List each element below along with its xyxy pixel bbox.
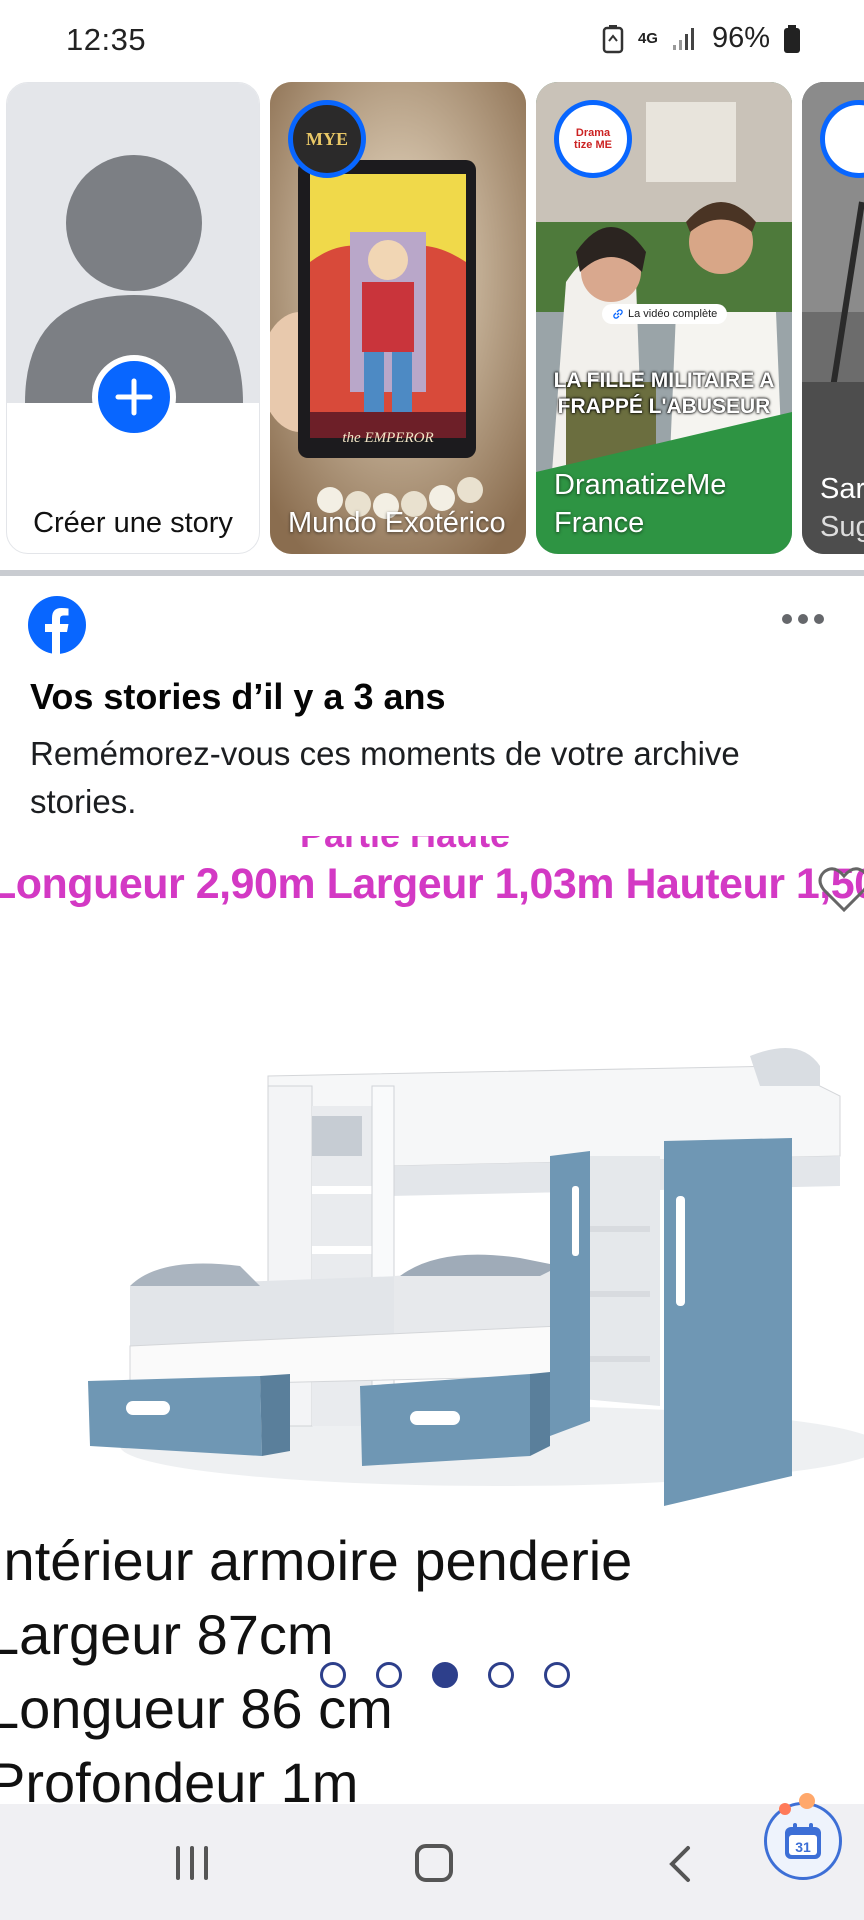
media-dimensions-text: Longueur 2,90m Largeur 1,03m Hauteur 1,5…: [0, 860, 864, 908]
story-card-mundo-exoterico[interactable]: the EMPEROR MYE Mundo Exotérico: [270, 82, 526, 554]
plus-icon: [115, 378, 153, 416]
carousel-indicator: [320, 1662, 570, 1688]
signal-icon: [672, 27, 698, 51]
add-story-button[interactable]: [92, 355, 176, 439]
story-card-partial[interactable]: Sar Sug: [802, 82, 864, 554]
stories-tray: Créer une story the EMPEROR MYE Mundo Ex…: [0, 82, 864, 558]
notification-dot: [799, 1793, 815, 1809]
full-video-chip[interactable]: La vidéo complète: [602, 304, 728, 324]
recent-bar: [204, 1846, 208, 1880]
carousel-dot-active[interactable]: [432, 1662, 458, 1688]
story-card-dramatizeme[interactable]: La vidéo complète LA FILLE MILITAIRE A F…: [536, 82, 792, 554]
create-story-label: Créer une story: [33, 507, 233, 539]
calendar-icon: 31: [785, 1823, 821, 1859]
carousel-dot[interactable]: [488, 1662, 514, 1688]
calendar-day: 31: [795, 1839, 811, 1855]
back-icon[interactable]: [666, 1844, 692, 1884]
more-dot: [814, 614, 824, 624]
calendar-floating-button[interactable]: 31: [764, 1793, 842, 1880]
create-story-card[interactable]: Créer une story: [6, 82, 260, 554]
facebook-home-screen: 12:35 4G 96% Créer une story the EMPEROR…: [0, 0, 864, 1920]
story-overlay-text: LA FILLE MILITAIRE A FRAPPÉ L'ABUSEUR: [553, 369, 775, 418]
memory-subtitle: Remémorez-vous ces moments de votre arch…: [30, 735, 740, 820]
more-dot: [782, 614, 792, 624]
more-options-button[interactable]: [782, 614, 824, 624]
carousel-dot[interactable]: [544, 1662, 570, 1688]
story-avatar: Drama tize ME: [554, 100, 632, 178]
avatar-text: MYE: [306, 128, 348, 149]
battery-saver-icon: [602, 24, 624, 54]
link-icon: [613, 309, 623, 319]
carousel-dot[interactable]: [376, 1662, 402, 1688]
memory-title: Vos stories d’il y a 3 ans: [30, 676, 446, 717]
story-name: DramatizeMe France: [554, 469, 727, 539]
memory-media[interactable]: Partie Haute Longueur 2,90m Largeur 1,03…: [0, 836, 864, 1804]
story-name: Mundo Exotérico: [288, 507, 506, 539]
battery-icon: [784, 24, 800, 53]
notification-dot: [779, 1803, 791, 1815]
avatar-text: Drama tize ME: [574, 127, 612, 151]
more-dot: [798, 614, 808, 624]
battery-percentage: 96%: [711, 22, 770, 54]
network-type-icon: 4G: [637, 29, 658, 47]
carousel-dot[interactable]: [320, 1662, 346, 1688]
recent-bar: [176, 1846, 180, 1880]
bunk-bed-image: [88, 1048, 864, 1506]
facebook-logo-icon: [28, 596, 86, 654]
home-button[interactable]: [415, 1844, 453, 1882]
status-time: 12:35: [66, 22, 147, 57]
memory-post-header: Vos stories d’il y a 3 ans Remémorez-vou…: [0, 576, 864, 836]
story-avatar: MYE: [288, 100, 366, 178]
recent-bar: [190, 1846, 194, 1880]
system-navigation-bar: [0, 1804, 864, 1920]
tarot-card-label: the EMPEROR: [342, 430, 434, 446]
status-bar: 12:35 4G 96%: [0, 0, 864, 82]
media-top-text: Partie Haute: [300, 836, 510, 856]
story-name: Sar Sug: [820, 473, 864, 543]
heart-icon: [818, 867, 864, 913]
recent-apps-button[interactable]: [176, 1846, 208, 1880]
full-video-chip-label: La vidéo complète: [628, 308, 718, 320]
status-icons: 4G 96%: [602, 22, 800, 55]
